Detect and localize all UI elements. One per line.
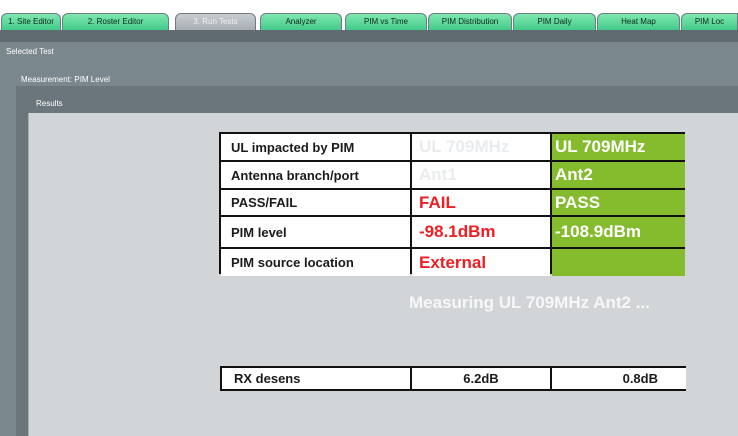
ant2-ul-value: UL 709MHz [552, 134, 685, 160]
ant2-pim-source-value [552, 249, 685, 276]
rx-desens-ant1-value: 6.2dB [412, 368, 550, 389]
tab-pim-daily[interactable]: PIM Daily [513, 13, 596, 30]
row-label-pim-source: PIM source location [221, 249, 410, 276]
row-label-pim-level: PIM level [221, 217, 410, 247]
row-label-antenna-port: Antenna branch/port [221, 162, 410, 188]
ant1-pim-source-value: External [412, 249, 550, 276]
ant1-ul-value: UL 709MHz [412, 134, 550, 160]
results-label: Results [36, 99, 63, 108]
tab-heat-map[interactable]: Heat Map [597, 13, 680, 30]
rx-desens-ant2-value: 0.8dB [552, 368, 686, 389]
tab-site-editor[interactable]: 1. Site Editor [1, 13, 61, 30]
ant2-port-value: Ant2 [552, 162, 685, 188]
row-label-ul-impacted: UL impacted by PIM [221, 134, 410, 160]
tab-run-tests[interactable]: 3. Run Tests [175, 13, 256, 30]
ant1-pass-fail-value: FAIL [412, 190, 550, 215]
row-label-pass-fail: PASS/FAIL [221, 190, 410, 215]
ant1-port-value: Ant1 [412, 162, 550, 188]
tab-pim-vs-time[interactable]: PIM vs Time [345, 13, 427, 30]
tab-roster-editor[interactable]: 2. Roster Editor [62, 13, 169, 30]
ant2-pass-fail-value: PASS [552, 190, 685, 215]
tab-pim-distribution[interactable]: PIM Distribution [428, 13, 512, 30]
tab-bar: 1. Site Editor 2. Roster Editor 3. Run T… [0, 0, 738, 30]
tab-analyzer[interactable]: Analyzer [260, 13, 342, 30]
selected-test-label: Selected Test [6, 47, 54, 56]
rx-desens-table: RX desens 6.2dB 0.8dB [220, 366, 686, 391]
measuring-status: Measuring UL 709MHz Ant2 ... [409, 293, 650, 312]
ant1-pim-level-value: -98.1dBm [412, 217, 550, 247]
results-table: UL impacted by PIM UL 709MHz UL 709MHz A… [219, 132, 685, 276]
tab-pim-location[interactable]: PIM Loc [681, 13, 738, 30]
ant2-pim-level-value: -108.9dBm [552, 217, 685, 247]
measurement-label: Measurement: PIM Level [21, 75, 110, 84]
rx-desens-label: RX desens [222, 368, 410, 389]
